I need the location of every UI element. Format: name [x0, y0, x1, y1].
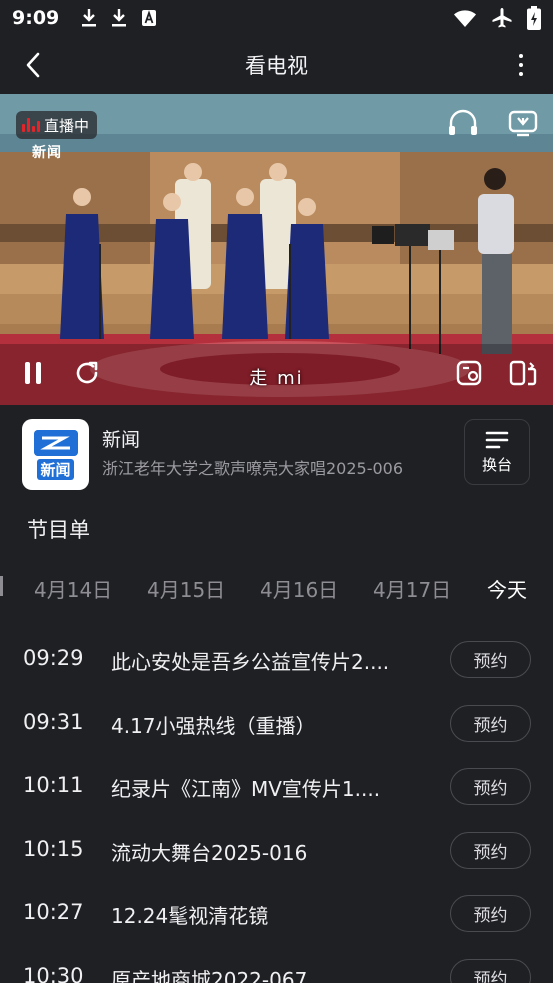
schedule-title: 节目单: [27, 518, 90, 542]
zhejiang-tv-logo-icon: [33, 429, 78, 456]
partial-date-tab: [0, 576, 3, 596]
reserve-button[interactable]: 预约: [450, 895, 531, 932]
reserve-button[interactable]: 预约: [450, 768, 531, 805]
date-tabs: 4月14日 4月15日 4月16日 4月17日 今天: [0, 566, 553, 608]
live-label: 直播中: [44, 116, 90, 135]
program-title[interactable]: 4.17小强热线（重播）: [111, 710, 421, 739]
date-tab[interactable]: 4月15日: [147, 574, 225, 603]
program-time: 09:31: [23, 710, 84, 734]
battery-charging-icon: [527, 6, 541, 30]
channel-info: 新闻 新闻 浙江老年大学之歌声嘹亮大家唱2025-006 换台: [0, 405, 553, 505]
cast-button[interactable]: [506, 106, 540, 140]
live-badge: 直播中: [16, 111, 98, 139]
a-app-icon: [142, 10, 157, 26]
live-signal-icon: [22, 118, 40, 132]
switch-channel-label: 换台: [481, 455, 512, 474]
notification-icons: [81, 8, 157, 28]
program-time: 10:11: [23, 773, 84, 797]
more-vertical-icon: [519, 54, 523, 58]
status-time: 9:09: [12, 7, 60, 29]
more-options-button[interactable]: [511, 50, 531, 80]
now-playing: 浙江老年大学之歌声嘹亮大家唱2025-006: [102, 459, 404, 478]
channel-logo-text: 新闻: [37, 458, 74, 480]
program-row: 10:27 12.24髦视清花镜 预约: [0, 882, 553, 946]
video-player[interactable]: 直播中 新闻 走 mi: [0, 94, 553, 405]
reserve-button[interactable]: 预约: [450, 705, 531, 742]
page-title: 看电视: [245, 54, 308, 78]
video-subtitle: 走 mi: [249, 368, 304, 389]
program-row: 10:15 流动大舞台2025-016 预约: [0, 819, 553, 883]
headphones-icon: [449, 109, 477, 135]
more-vertical-icon-dot: [519, 63, 523, 67]
status-bar: 9:09: [0, 0, 553, 36]
cast-tv-icon: [508, 110, 538, 137]
program-title[interactable]: 纪录片《江南》MV宣传片1....: [111, 773, 421, 802]
program-title[interactable]: 12.24髦视清花镜: [111, 900, 421, 929]
date-tab-today[interactable]: 今天: [487, 574, 527, 603]
chevron-left-icon: [26, 52, 40, 78]
download-icon: [82, 9, 97, 27]
program-time: 10:30: [23, 964, 84, 983]
channel-watermark: 新闻: [32, 145, 62, 161]
date-tab[interactable]: 4月14日: [34, 574, 112, 603]
switch-channel-button[interactable]: 换台: [464, 419, 530, 485]
channel-logo: 新闻: [22, 419, 89, 490]
reserve-button[interactable]: 预约: [450, 641, 531, 678]
back-button[interactable]: [18, 50, 48, 80]
date-tab[interactable]: 4月16日: [260, 574, 338, 603]
program-title[interactable]: 此心安处是吾乡公益宣传片2....: [111, 646, 421, 675]
more-vertical-icon-dot: [519, 72, 523, 76]
program-row: 09:29 此心安处是吾乡公益宣传片2.... 预约: [0, 628, 553, 692]
program-title[interactable]: 原产地商城2022-067: [111, 964, 421, 983]
program-row: 10:30 原产地商城2022-067 预约: [0, 946, 553, 983]
program-row: 09:31 4.17小强热线（重播） 预约: [0, 692, 553, 756]
wifi-icon: [454, 10, 476, 27]
reserve-button[interactable]: 预约: [450, 832, 531, 869]
airplane-mode-icon: [492, 8, 512, 28]
program-title[interactable]: 流动大舞台2025-016: [111, 837, 421, 866]
audio-mode-button[interactable]: [446, 106, 480, 140]
list-icon: [485, 431, 509, 448]
channel-name: 新闻: [102, 429, 141, 451]
reserve-button[interactable]: 预约: [450, 959, 531, 983]
program-time: 10:27: [23, 900, 84, 924]
program-time: 09:29: [23, 646, 84, 670]
program-row: 10:11 纪录片《江南》MV宣传片1.... 预约: [0, 755, 553, 819]
date-tab[interactable]: 4月17日: [373, 574, 451, 603]
system-icons: [453, 6, 541, 30]
app-bar: 看电视: [0, 36, 553, 94]
download-icon: [112, 9, 127, 27]
program-time: 10:15: [23, 837, 84, 861]
